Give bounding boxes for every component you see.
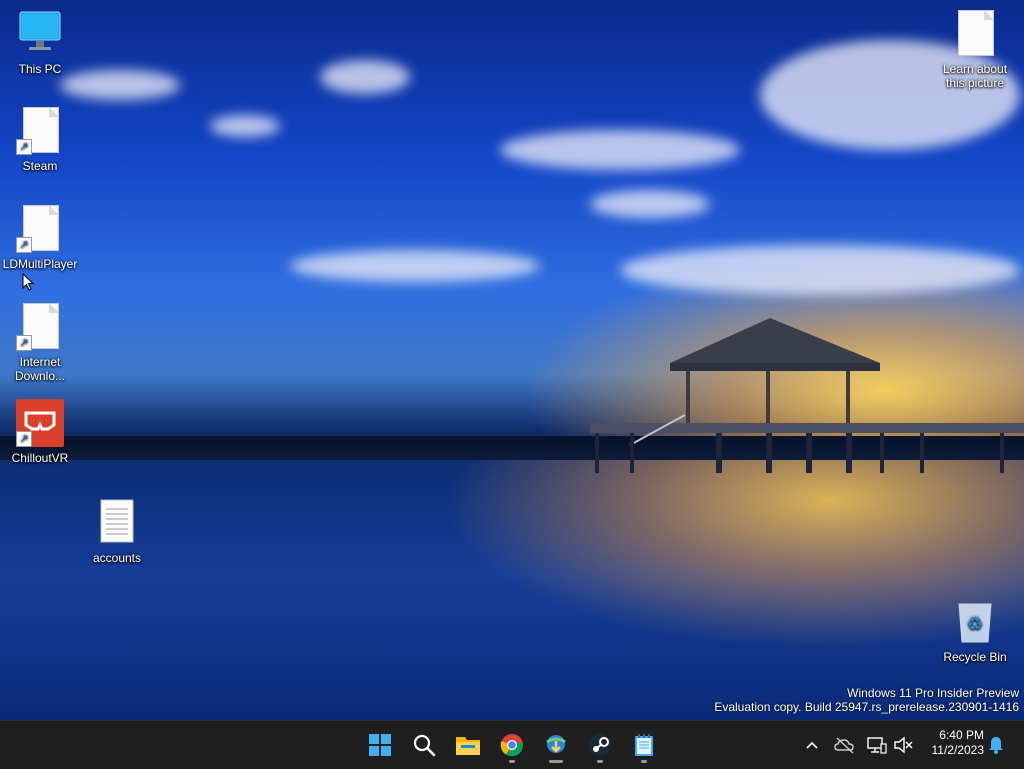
monitor-icon	[16, 10, 64, 58]
icon-label: Internet Downlo...	[14, 355, 66, 383]
running-indicator	[549, 760, 563, 763]
search-icon	[413, 734, 436, 757]
windows-start-icon	[369, 734, 391, 756]
icon-label: ChilloutVR	[11, 451, 69, 465]
running-indicator	[641, 760, 647, 763]
network-button[interactable]	[866, 735, 888, 755]
volume-muted-icon	[894, 736, 913, 754]
chilloutvr-icon: ↗	[16, 399, 64, 447]
cloud	[620, 245, 1020, 295]
clock[interactable]: 6:40 PM 11/2/2023	[916, 728, 985, 758]
shortcut-arrow-icon: ↗	[16, 431, 32, 447]
clock-date: 11/2/2023	[931, 743, 985, 757]
notepad-icon	[635, 734, 653, 756]
running-indicator	[597, 760, 603, 763]
cloud	[290, 250, 540, 282]
desktop-icon-ldmultiplayer[interactable]: ↗ LDMultiPlayer	[0, 205, 80, 271]
desktop-icon-learn-about-this-picture[interactable]: Learn about this picture	[935, 10, 1015, 90]
desktop-wallpaper: This PC ↗ Steam ↗ LDMultiPlayer ↗ Intern…	[0, 0, 1024, 720]
cloud	[320, 60, 410, 94]
file-explorer-icon	[456, 737, 480, 755]
chrome-icon	[500, 734, 524, 757]
running-indicator	[509, 760, 515, 763]
shortcut-arrow-icon: ↗	[16, 237, 32, 253]
watermark-line-1: Windows 11 Pro Insider Preview	[847, 686, 1019, 700]
svg-text:♻: ♻	[967, 614, 983, 635]
mouse-cursor-icon	[22, 273, 34, 291]
recycle-bin-icon: ♻	[951, 598, 999, 646]
clock-time: 6:40 PM	[939, 728, 984, 742]
cloud	[210, 115, 280, 137]
icon-label: accounts	[92, 551, 142, 565]
evaluation-watermark: Windows 11 Pro Insider Preview Evaluatio…	[714, 686, 1019, 714]
file-explorer-button[interactable]	[450, 727, 486, 763]
file-shortcut-icon: ↗	[16, 205, 64, 253]
icon-label: Learn about this picture	[942, 62, 1008, 90]
cloud	[590, 190, 710, 218]
icon-label: This PC	[18, 62, 62, 76]
desktop-icon-accounts[interactable]: accounts	[77, 499, 157, 565]
internet-download-manager-icon	[546, 735, 566, 753]
volume-button[interactable]	[892, 735, 914, 755]
file-shortcut-icon: ↗	[16, 107, 64, 155]
shortcut-arrow-icon: ↗	[16, 139, 32, 155]
icon-label: Steam	[22, 159, 58, 173]
steam-icon	[589, 734, 611, 756]
file-shortcut-icon: ↗	[16, 303, 64, 351]
desktop-icon-this-pc[interactable]: This PC	[0, 10, 80, 76]
notifications-button[interactable]	[986, 735, 1006, 755]
notepad-button[interactable]	[626, 727, 662, 763]
text-file-icon	[93, 499, 141, 547]
shortcut-arrow-icon: ↗	[16, 335, 32, 351]
desktop-icon-internet-download-manager[interactable]: ↗ Internet Downlo...	[0, 303, 80, 383]
start-button[interactable]	[362, 727, 398, 763]
taskbar: 6:40 PM 11/2/2023	[0, 720, 1024, 769]
bell-icon	[989, 737, 1003, 754]
cloud	[500, 130, 740, 170]
icon-label: LDMultiPlayer	[2, 257, 78, 271]
onedrive-button[interactable]	[834, 735, 856, 755]
watermark-line-2: Evaluation copy. Build 25947.rs_prerelea…	[714, 700, 1019, 714]
search-button[interactable]	[406, 727, 442, 763]
desktop-icon-recycle-bin[interactable]: ♻ Recycle Bin	[935, 598, 1015, 664]
icon-label: Recycle Bin	[943, 650, 1007, 664]
chrome-button[interactable]	[494, 727, 530, 763]
desktop-icon-chilloutvr[interactable]: ↗ ChilloutVR	[0, 399, 80, 465]
show-hidden-icons-button[interactable]	[802, 735, 822, 755]
chevron-up-icon	[806, 741, 818, 749]
pier-gazebo	[590, 318, 1024, 473]
network-icon	[867, 737, 887, 754]
steam-button[interactable]	[582, 727, 618, 763]
desktop-icon-steam[interactable]: ↗ Steam	[0, 107, 80, 173]
internet-download-manager-button[interactable]	[538, 727, 574, 763]
file-icon	[951, 10, 999, 58]
onedrive-offline-icon	[834, 737, 854, 754]
